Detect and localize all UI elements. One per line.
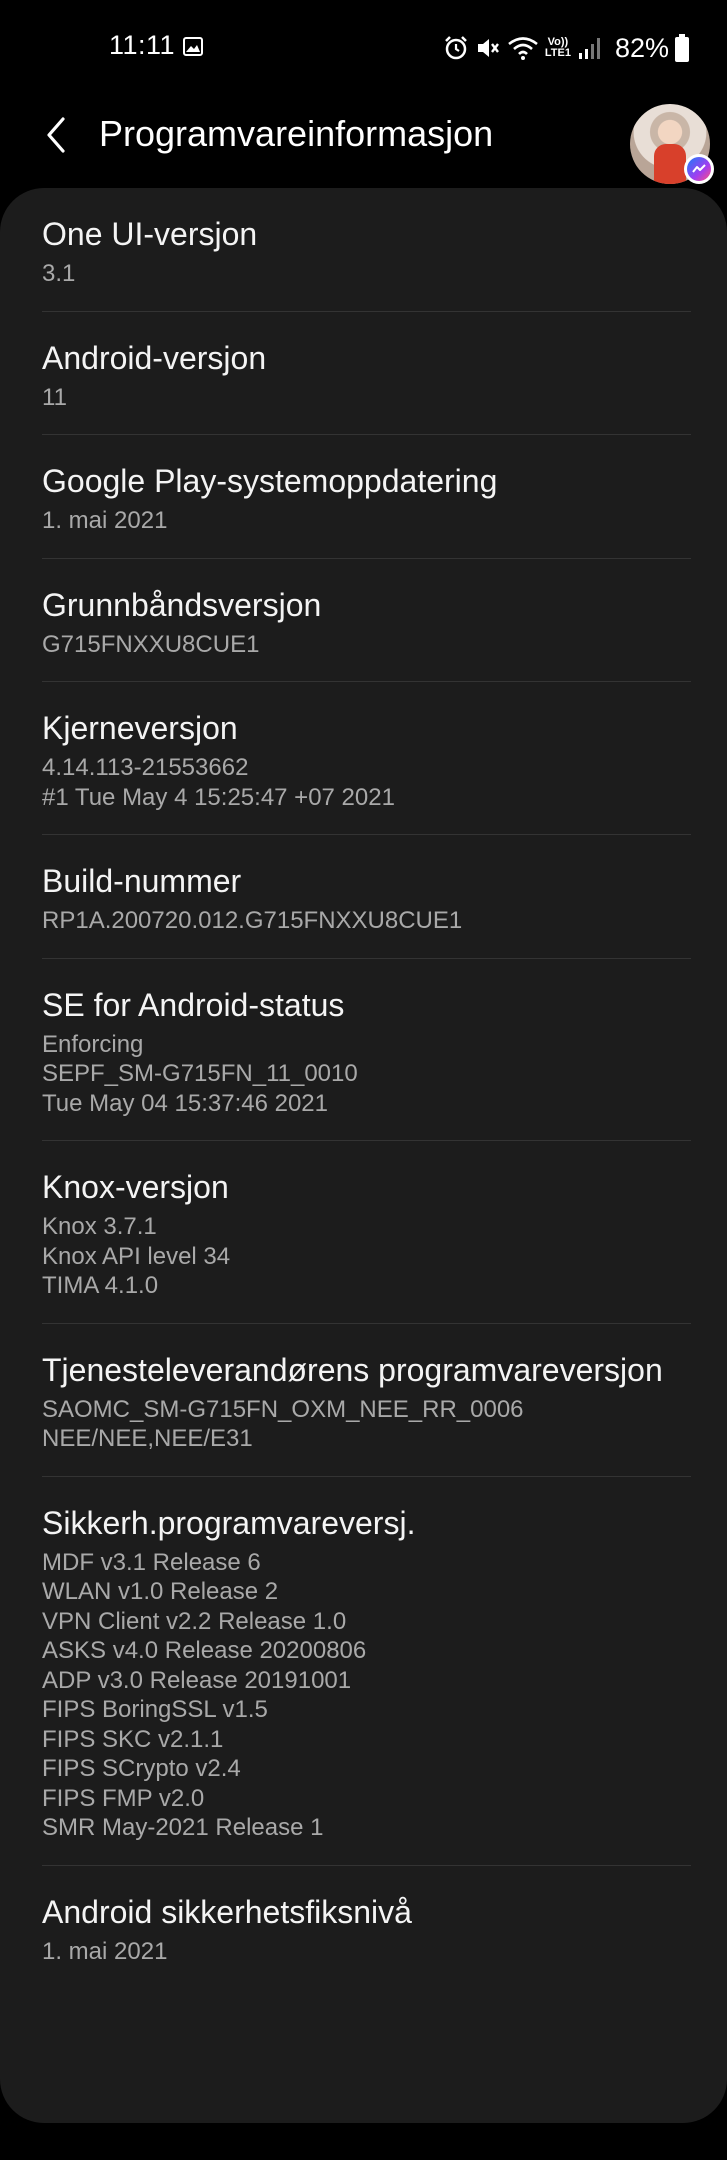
info-item-value: FIPS SKC v2.1.1	[42, 1725, 224, 1753]
app-bar: Programvareinformasjon	[0, 96, 727, 188]
info-item-title: Tjenesteleverandørens programvareversjon	[42, 1351, 663, 1388]
info-item-value: TIMA 4.1.0	[42, 1272, 159, 1299]
info-item-values: G715FNXXU8CUE1	[42, 630, 691, 660]
info-item-values: 1. mai 2021	[42, 1937, 691, 1967]
info-item-title: SE for Android-status	[42, 986, 345, 1023]
battery-icon	[675, 34, 689, 62]
info-item-value: ADP v3.0 Release 20191001	[42, 1666, 352, 1694]
info-item-values: SAOMC_SM-G715FN_OXM_NEE_RR_0006 NEE/NEE,N…	[42, 1395, 691, 1454]
status-time: 11:11	[109, 30, 176, 60]
info-item-title: Knox-versjon	[42, 1169, 229, 1205]
info-item-value: G715FNXXU8CUE1	[42, 630, 260, 658]
info-item[interactable]: Kjerneversjon 4.14.113-21553662 #1 Tue May…	[42, 682, 691, 835]
info-item-title: Google Play-systemoppdatering	[42, 463, 498, 499]
info-item-value: VPN Client v2.2 Release 1.0	[42, 1607, 347, 1635]
messenger-icon	[687, 157, 711, 181]
gallery-icon	[183, 37, 203, 56]
alarm-icon	[444, 36, 467, 60]
chevron-left-icon	[47, 117, 65, 153]
info-item-values: Enforcing SEPF_SM-G715FN_11_0010 Tue May 0…	[42, 1030, 691, 1119]
info-item-value: SAOMC_SM-G715FN_OXM_NEE_RR_0006	[42, 1395, 524, 1423]
info-item-value: 11	[42, 383, 67, 411]
info-item[interactable]: Build-nummer RP1A.200720.012.G715FNXXU8CU…	[42, 835, 691, 959]
info-item[interactable]: One UI-versjon 3.1	[42, 188, 691, 312]
info-item[interactable]: Grunnbåndsversjon G715FNXXU8CUE1	[42, 559, 691, 682]
info-item-values: Knox 3.7.1 Knox API level 34 TIMA 4.1.0	[42, 1212, 691, 1301]
info-item[interactable]: Sikkerh.programvareversj. MDF v3.1 Releas…	[42, 1477, 691, 1866]
info-item-value: SEPF_SM-G715FN_11_0010	[42, 1060, 358, 1087]
info-item-value: FIPS SCrypto v2.4	[42, 1755, 241, 1782]
info-item-title: One UI-versjon	[42, 216, 258, 252]
info-item-values: MDF v3.1 Release 6 WLAN v1.0 Release 2 VPN…	[42, 1548, 691, 1843]
battery-percent: 82%	[614, 32, 669, 63]
info-item-title: Grunnbåndsversjon	[42, 586, 322, 623]
info-item[interactable]: SE for Android-status Enforcing SEPF_SM-G7…	[42, 959, 691, 1141]
avatar-figure	[654, 144, 686, 184]
info-item[interactable]: Android sikkerhetsfiksnivå 1. mai 2021	[42, 1866, 691, 1989]
info-item-value: WLAN v1.0 Release 2	[42, 1578, 279, 1605]
info-item-value: Tue May 04 15:37:46 2021	[42, 1089, 328, 1117]
info-item-value: Knox API level 34	[42, 1242, 231, 1270]
info-item-values: 1. mai 2021	[42, 506, 691, 536]
info-item-value: NEE/NEE,NEE/E31	[42, 1425, 253, 1452]
avatar[interactable]	[630, 104, 714, 184]
info-item-value: 1. mai 2021	[42, 1937, 168, 1965]
signal-icon	[578, 38, 600, 59]
volte-label-bottom: LTE1	[544, 47, 571, 59]
messenger-badge	[684, 154, 714, 184]
info-item[interactable]: Knox-versjon Knox 3.7.1 Knox API level 34 T…	[42, 1141, 691, 1324]
info-item-value: RP1A.200720.012.G715FNXXU8CUE1	[42, 907, 463, 934]
info-item-value: FIPS FMP v2.0	[42, 1784, 205, 1812]
status-bar: 11:11 Vo)) LTE1 82%	[0, 0, 727, 96]
status-icons: Vo)) LTE1 82%	[443, 28, 689, 68]
info-item-title: Sikkerh.programvareversj.	[42, 1504, 416, 1541]
info-item-values: 3.1	[42, 259, 691, 289]
info-item-value: FIPS BoringSSL v1.5	[42, 1696, 268, 1723]
info-item-title: Build-nummer	[42, 863, 242, 899]
info-item-values: RP1A.200720.012.G715FNXXU8CUE1	[42, 906, 691, 936]
info-item[interactable]: Android-versjon 11	[42, 312, 691, 435]
info-item-values: 4.14.113-21553662 #1 Tue May 4 15:25:47 +…	[42, 753, 691, 812]
mute-icon	[477, 39, 499, 57]
info-list: One UI-versjon 3.1 Android-versjon 11 Google…	[42, 188, 691, 1988]
info-item-value: Knox 3.7.1	[42, 1213, 157, 1240]
info-item-value: Enforcing	[42, 1030, 144, 1058]
wifi-icon	[508, 37, 538, 60]
info-item-value: 3.1	[42, 260, 76, 287]
info-item[interactable]: Google Play-systemoppdatering 1. mai 2021	[42, 435, 691, 559]
back-button[interactable]	[36, 108, 76, 162]
info-item-title: Android sikkerhetsfiksnivå	[42, 1893, 412, 1930]
info-item-title: Android-versjon	[42, 339, 267, 376]
info-item-value: 1. mai 2021	[42, 507, 168, 534]
info-item-value: 4.14.113-21553662	[42, 754, 249, 781]
info-item-values: 11	[42, 383, 691, 413]
info-item-value: MDF v3.1 Release 6	[42, 1548, 261, 1576]
info-item-value: SMR May-2021 Release 1	[42, 1814, 324, 1841]
info-item-value: ASKS v4.0 Release 20200806	[42, 1637, 367, 1664]
volte-icon: Vo)) LTE1	[545, 37, 571, 59]
page-title: Programvareinformasjon	[99, 113, 494, 154]
software-info-card: One UI-versjon 3.1 Android-versjon 11 Google…	[0, 188, 727, 2123]
info-item[interactable]: Tjenesteleverandørens programvareversjon…	[42, 1324, 691, 1477]
info-item-title: Kjerneversjon	[42, 710, 238, 746]
info-item-value: #1 Tue May 4 15:25:47 +07 2021	[42, 783, 395, 811]
